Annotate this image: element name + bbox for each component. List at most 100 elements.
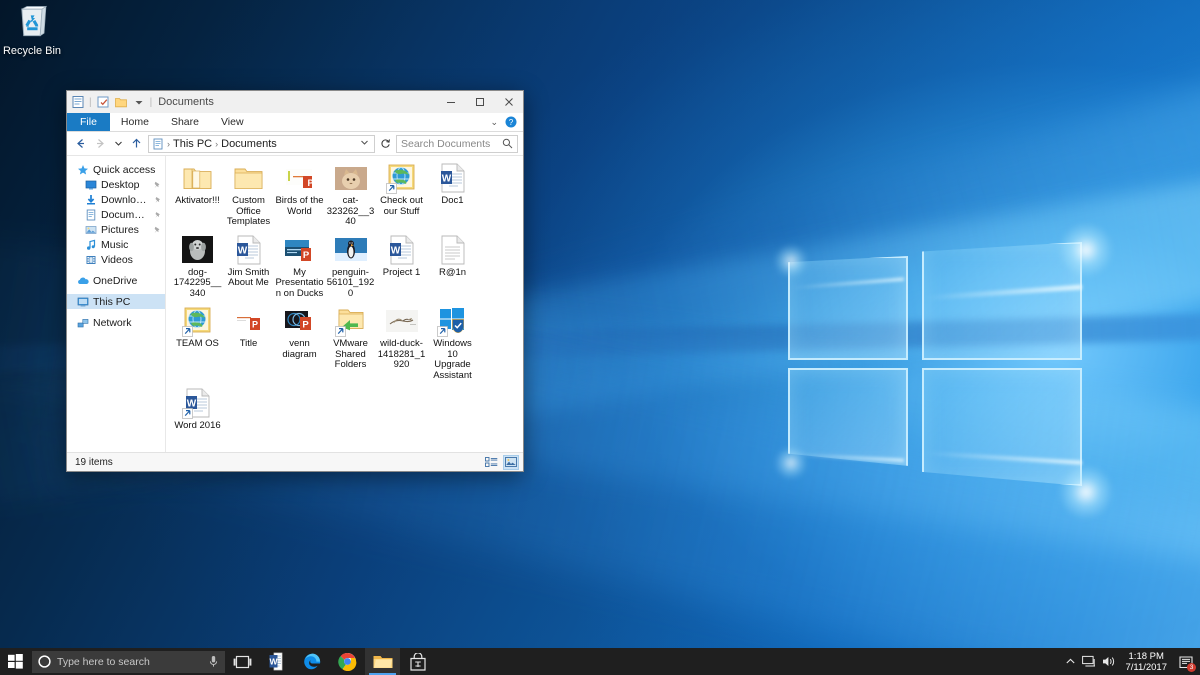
file-explorer-window[interactable]: | | Documents File Home Share View ⌄ ? ›…	[66, 90, 524, 472]
tab-home[interactable]: Home	[110, 113, 160, 131]
action-center-button[interactable]: 3	[1174, 648, 1198, 675]
toolbar-divider: |	[149, 96, 153, 108]
pin-icon[interactable]	[153, 181, 161, 189]
large-icons-view-button[interactable]	[503, 454, 519, 470]
window-title: Documents	[158, 96, 214, 108]
tab-share-label: Share	[170, 116, 199, 128]
search-box[interactable]: Search Documents	[396, 134, 518, 153]
properties-icon[interactable]	[96, 95, 110, 109]
system-tray[interactable]: 1:18 PM 7/11/2017 3	[1061, 648, 1200, 675]
file-item[interactable]: Check out our Stuff	[377, 162, 426, 228]
file-item[interactable]: W Jim Smith About Me	[224, 234, 273, 300]
start-button[interactable]	[0, 648, 30, 675]
powerpoint-thumbnail-icon: P	[284, 305, 316, 337]
help-icon[interactable]: ?	[505, 116, 517, 128]
taskbar-file-explorer[interactable]	[365, 648, 400, 675]
title-bar[interactable]: | | Documents	[67, 91, 523, 113]
minimize-button[interactable]	[436, 91, 465, 113]
network-tray-button[interactable]	[1080, 648, 1099, 675]
file-item[interactable]: Custom Office Templates	[224, 162, 273, 228]
file-item[interactable]: W Project 1	[377, 234, 426, 300]
image-thumbnail-duck-icon	[385, 305, 418, 337]
file-item[interactable]: wild-duck-1418281_1920	[377, 305, 426, 381]
file-item[interactable]: penguin-56101_1920	[326, 234, 375, 300]
file-item[interactable]: Windows 10 Upgrade Assistant	[428, 305, 477, 381]
customize-dropdown-icon[interactable]	[132, 95, 146, 109]
clock-date: 7/11/2017	[1125, 661, 1167, 673]
details-view-button[interactable]	[483, 455, 499, 470]
downloads-icon	[87, 194, 95, 204]
navigation-pane[interactable]: Quick access Desktop Downloads Documents…	[67, 156, 166, 452]
shortcut-arrow-icon	[181, 326, 193, 337]
svg-text:W: W	[237, 245, 247, 256]
file-item[interactable]: TEAM OS	[173, 305, 222, 381]
sidebar-item-network[interactable]: Network	[67, 315, 165, 330]
microphone-icon[interactable]	[208, 655, 219, 668]
file-item[interactable]: W Word 2016	[173, 387, 222, 432]
close-button[interactable]	[494, 91, 523, 113]
taskbar-chrome[interactable]	[330, 648, 365, 675]
sidebar-item-documents[interactable]: Documents	[67, 207, 165, 222]
pin-icon[interactable]	[154, 211, 161, 219]
logo-pane-top-right	[922, 242, 1082, 360]
file-item[interactable]: W Doc1	[428, 162, 477, 228]
taskbar-search-input[interactable]: Type here to search	[57, 656, 202, 668]
search-input[interactable]: Search Documents	[401, 138, 502, 150]
notification-badge: 3	[1187, 663, 1196, 672]
clock[interactable]: 1:18 PM 7/11/2017	[1118, 648, 1174, 675]
task-view-button[interactable]	[225, 648, 260, 675]
show-hidden-icons-button[interactable]	[1061, 648, 1080, 675]
desktop-icon-recycle-bin[interactable]: Recycle Bin	[0, 4, 64, 58]
file-list[interactable]: Aktivator!!! Custom Office Templates P B…	[166, 156, 523, 452]
sidebar-item-downloads[interactable]: Downloads	[67, 192, 165, 207]
sidebar-item-quick-access[interactable]: Quick access	[67, 162, 165, 177]
maximize-button[interactable]	[465, 91, 494, 113]
taskbar-word[interactable]: W	[260, 648, 295, 675]
file-item[interactable]: P My Presentation on Ducks	[275, 234, 324, 300]
taskbar[interactable]: Type here to search W 1:18 PM 7/11/2017 …	[0, 648, 1200, 675]
file-item[interactable]: VMware Shared Folders	[326, 305, 375, 381]
up-button[interactable]	[128, 135, 145, 153]
file-item[interactable]: dog-1742295__340	[173, 234, 222, 300]
breadcrumb[interactable]: › This PC › Documents	[148, 134, 375, 153]
file-item[interactable]: Aktivator!!!	[173, 162, 222, 228]
sidebar-item-videos[interactable]: Videos	[67, 252, 165, 267]
sidebar-item-desktop[interactable]: Desktop	[67, 177, 165, 192]
pin-icon[interactable]	[154, 196, 161, 204]
ribbon-tab-bar[interactable]: File Home Share View ⌄ ?	[67, 113, 523, 132]
window-controls[interactable]	[436, 91, 523, 113]
breadcrumb-item-this-pc[interactable]: This PC	[173, 138, 212, 150]
taskbar-search-box[interactable]: Type here to search	[32, 650, 225, 673]
file-item[interactable]: P venn diagram	[275, 305, 324, 381]
star-icon	[78, 164, 88, 174]
sidebar-item-this-pc[interactable]: This PC	[67, 294, 165, 309]
breadcrumb-item-documents[interactable]: Documents	[221, 138, 277, 150]
sidebar-item-pictures[interactable]: Pictures	[67, 222, 165, 237]
sidebar-item-onedrive[interactable]: OneDrive	[67, 273, 165, 288]
taskbar-microsoft-store[interactable]	[400, 648, 435, 675]
back-button[interactable]	[72, 135, 89, 153]
tab-file[interactable]: File	[67, 113, 110, 131]
new-folder-icon[interactable]	[114, 95, 128, 109]
desktop[interactable]: Recycle Bin | | Documents File Home Shar…	[0, 0, 1200, 675]
volume-button[interactable]	[1099, 648, 1118, 675]
explorer-properties-icon[interactable]	[71, 95, 85, 109]
tab-share[interactable]: Share	[160, 113, 210, 131]
quick-access-toolbar[interactable]: | |	[67, 95, 152, 109]
pin-icon[interactable]	[153, 226, 161, 234]
chevron-down-icon[interactable]: ⌄	[490, 117, 498, 128]
breadcrumb-dropdown-icon[interactable]	[360, 138, 371, 149]
sidebar-item-music[interactable]: Music	[67, 237, 165, 252]
ribbon-right-controls[interactable]: ⌄ ?	[490, 113, 523, 131]
logo-glow	[774, 446, 808, 480]
file-item[interactable]: R@1n	[428, 234, 477, 300]
address-bar[interactable]: › This PC › Documents Search Documents	[67, 132, 523, 156]
file-item[interactable]: P Title	[224, 305, 273, 381]
view-mode-buttons[interactable]	[483, 454, 519, 470]
recent-locations-button[interactable]	[112, 135, 125, 153]
taskbar-edge[interactable]	[295, 648, 330, 675]
refresh-button[interactable]	[378, 138, 393, 149]
tab-view[interactable]: View	[210, 113, 255, 131]
file-item[interactable]: cat-323262__340	[326, 162, 375, 228]
file-item[interactable]: P Birds of the World	[275, 162, 324, 228]
